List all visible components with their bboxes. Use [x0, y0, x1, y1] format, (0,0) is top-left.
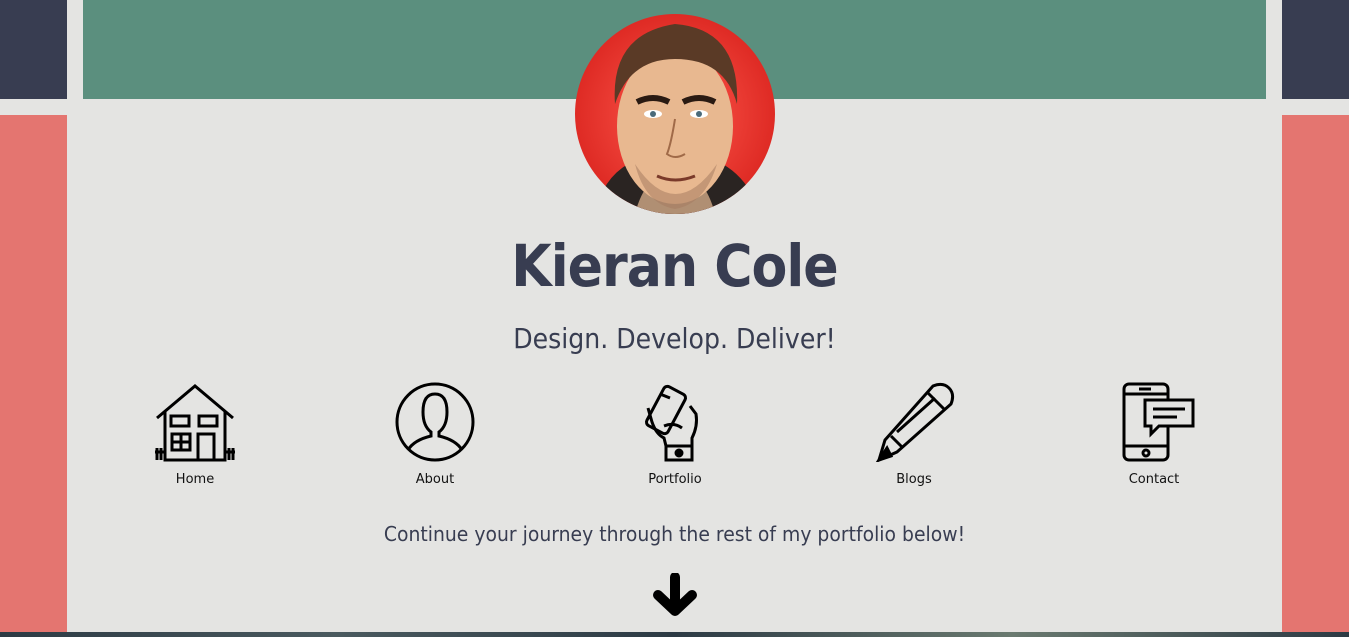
- right-top-panel: [1282, 0, 1349, 99]
- profile-tagline: Design. Develop. Deliver!: [513, 322, 836, 355]
- pencil-icon: [875, 382, 955, 462]
- nav-label-about: About: [415, 472, 455, 487]
- nav-label-home: Home: [175, 472, 215, 487]
- nav-contact[interactable]: Contact: [1074, 382, 1234, 487]
- nav-label-contact: Contact: [1128, 472, 1180, 487]
- nav-about[interactable]: About: [355, 382, 515, 487]
- person-icon: [395, 382, 475, 462]
- profile-avatar: [575, 14, 775, 214]
- right-side-panel: [1282, 115, 1349, 637]
- left-gutter: [67, 0, 83, 99]
- left-top-panel: [0, 0, 67, 99]
- right-gutter: [1266, 0, 1282, 99]
- nav-label-blogs: Blogs: [896, 472, 932, 487]
- nav-label-portfolio: Portfolio: [648, 472, 702, 487]
- house-icon: [155, 384, 235, 462]
- phone-in-hand-icon: [644, 384, 698, 462]
- left-side-panel: [0, 115, 67, 637]
- nav-portfolio[interactable]: Portfolio: [595, 382, 755, 487]
- nav-blogs[interactable]: Blogs: [834, 382, 994, 487]
- phone-message-icon: [1122, 382, 1195, 462]
- nav-home[interactable]: Home: [115, 382, 275, 487]
- continue-text: Continue your journey through the rest o…: [383, 522, 966, 546]
- bottom-image-strip: [0, 632, 1349, 637]
- arrow-down-icon[interactable]: [652, 572, 698, 617]
- profile-name: Kieran Cole: [511, 232, 838, 300]
